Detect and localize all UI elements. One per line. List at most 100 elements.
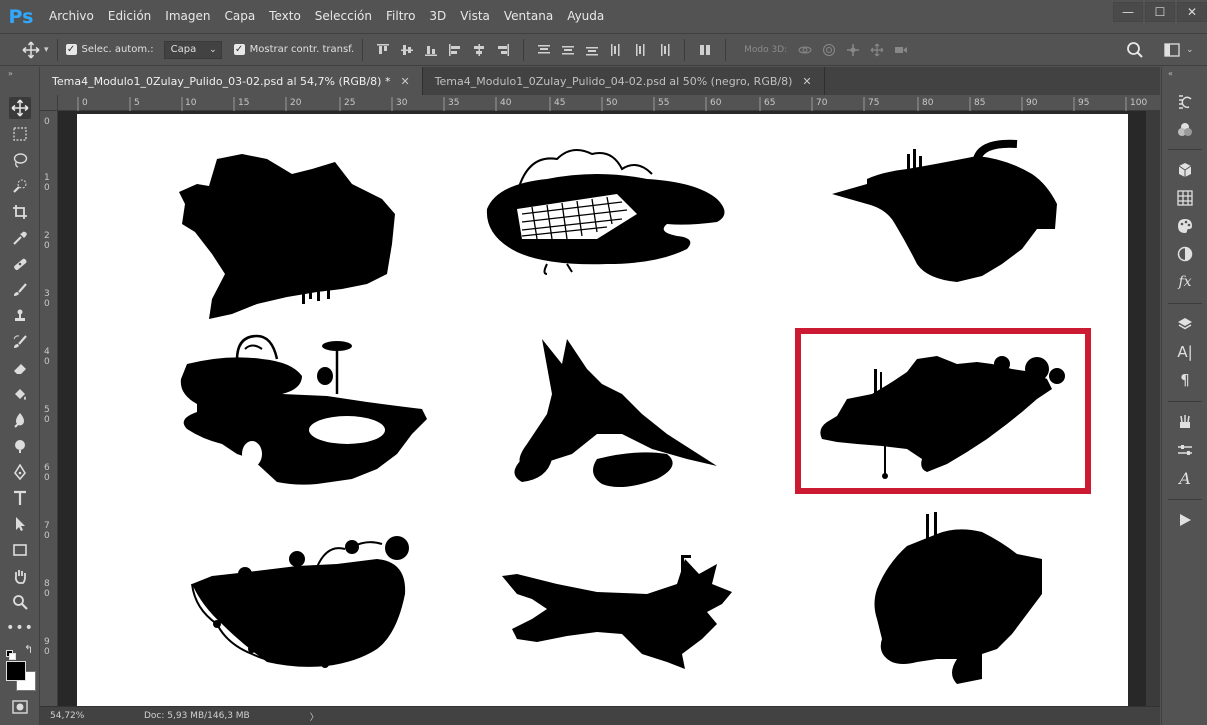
auto-align-icon[interactable] bbox=[698, 43, 712, 57]
dodge-icon[interactable] bbox=[9, 435, 31, 457]
color-palette-icon[interactable] bbox=[1174, 215, 1196, 237]
panel-collapse-icon[interactable]: » bbox=[8, 69, 13, 78]
styles-fx-icon[interactable]: fx bbox=[1174, 271, 1196, 293]
distribute-right-icon[interactable] bbox=[657, 43, 671, 57]
ruler-left[interactable]: 0 1 0 2 0 3 0 4 0 5 0 6 0 7 0 8 0 9 0 bbox=[40, 111, 58, 706]
silhouette-7[interactable] bbox=[191, 536, 409, 668]
brush-icon[interactable] bbox=[9, 279, 31, 301]
menu-capa[interactable]: Capa bbox=[217, 0, 262, 33]
silhouette-2[interactable] bbox=[486, 149, 725, 275]
menu-edicion[interactable]: Edición bbox=[101, 0, 158, 33]
zoom-level-field[interactable]: 54,72% bbox=[40, 708, 88, 725]
align-vcenter-icon[interactable] bbox=[400, 43, 414, 57]
distribute-bottom-icon[interactable] bbox=[585, 43, 599, 57]
history-panel-icon[interactable] bbox=[1174, 91, 1196, 113]
ruler-top[interactable]: 0 5 10 15 20 25 30 35 40 45 50 55 60 65 … bbox=[58, 95, 1160, 111]
distribute-left-icon[interactable] bbox=[609, 43, 623, 57]
chevron-down-icon[interactable]: ▾ bbox=[44, 45, 49, 55]
close-icon[interactable]: ✕ bbox=[802, 75, 811, 88]
silhouette-3[interactable] bbox=[832, 139, 1057, 282]
menu-seleccion[interactable]: Selección bbox=[308, 0, 379, 33]
align-bottom-icon[interactable] bbox=[424, 43, 438, 57]
3d-camera-icon[interactable] bbox=[894, 43, 908, 57]
blur-icon[interactable] bbox=[9, 409, 31, 431]
move-tool-preset-icon[interactable]: ▾ bbox=[22, 41, 49, 59]
menu-archivo[interactable]: Archivo bbox=[42, 0, 101, 33]
minimize-button[interactable]: — bbox=[1113, 2, 1143, 22]
menu-imagen[interactable]: Imagen bbox=[158, 0, 217, 33]
restore-button[interactable]: ☐ bbox=[1145, 2, 1175, 22]
canvas-area[interactable] bbox=[58, 111, 1160, 706]
menu-texto[interactable]: Texto bbox=[262, 0, 308, 33]
tab-document-2[interactable]: Tema4_Modulo1_0Zulay_Pulido_04-02.psd al… bbox=[423, 67, 825, 95]
search-icon[interactable] bbox=[1126, 41, 1144, 63]
show-transform-checkbox[interactable]: ✓ bbox=[233, 44, 245, 55]
3d-panel-icon[interactable] bbox=[1174, 159, 1196, 181]
distribute-vcenter-icon[interactable] bbox=[561, 43, 575, 57]
menu-3d[interactable]: 3D bbox=[422, 0, 453, 33]
quick-select-icon[interactable] bbox=[9, 175, 31, 197]
auto-select-toggle[interactable]: ✓ Selec. autom.: bbox=[65, 44, 154, 55]
type-icon[interactable] bbox=[9, 487, 31, 509]
actions-play-icon[interactable] bbox=[1174, 509, 1196, 531]
foreground-color-swatch[interactable] bbox=[6, 661, 26, 681]
more-icon[interactable]: ••• bbox=[6, 617, 33, 639]
swatches-grid-icon[interactable] bbox=[1174, 187, 1196, 209]
menu-filtro[interactable]: Filtro bbox=[379, 0, 422, 33]
align-top-icon[interactable] bbox=[376, 43, 390, 57]
character-panel-icon[interactable]: A| bbox=[1174, 341, 1196, 363]
tab-document-1[interactable]: Tema4_Modulo1_0Zulay_Pulido_03-02.psd al… bbox=[40, 67, 423, 95]
marquee-icon[interactable] bbox=[9, 123, 31, 145]
paint-bucket-icon[interactable] bbox=[9, 383, 31, 405]
document-canvas[interactable] bbox=[77, 114, 1128, 706]
vertical-scrollbar[interactable] bbox=[1146, 111, 1160, 706]
silhouette-4[interactable] bbox=[180, 334, 427, 485]
silhouette-5[interactable] bbox=[514, 339, 718, 488]
pen-icon[interactable] bbox=[9, 461, 31, 483]
rectangle-icon[interactable] bbox=[9, 539, 31, 561]
path-select-icon[interactable] bbox=[9, 513, 31, 535]
zoom-icon[interactable] bbox=[9, 591, 31, 613]
silhouette-8[interactable] bbox=[502, 555, 732, 669]
close-icon[interactable]: ✕ bbox=[400, 75, 409, 88]
silhouette-9[interactable] bbox=[874, 512, 1043, 684]
align-left-icon[interactable] bbox=[448, 43, 462, 57]
move-icon[interactable] bbox=[9, 97, 31, 119]
default-colors-icon[interactable] bbox=[6, 645, 16, 660]
3d-pan-icon[interactable] bbox=[846, 43, 860, 57]
align-hcenter-icon[interactable] bbox=[472, 43, 486, 57]
show-transform-toggle[interactable]: ✓ Mostrar contr. transf. bbox=[233, 44, 354, 55]
workspace-switcher-icon[interactable]: ⌄ bbox=[1164, 43, 1194, 57]
healing-brush-icon[interactable] bbox=[9, 253, 31, 275]
adjustments-icon[interactable] bbox=[1174, 243, 1196, 265]
glyphs-icon[interactable]: A bbox=[1174, 467, 1196, 489]
adjustments-color-icon[interactable] bbox=[1174, 119, 1196, 141]
lasso-icon[interactable] bbox=[9, 149, 31, 171]
align-right-icon[interactable] bbox=[496, 43, 510, 57]
3d-orbit-icon[interactable] bbox=[798, 43, 812, 57]
eyedropper-icon[interactable] bbox=[9, 227, 31, 249]
distribute-top-icon[interactable] bbox=[537, 43, 551, 57]
paragraph-panel-icon[interactable]: ¶ bbox=[1174, 369, 1196, 391]
silhouette-1[interactable] bbox=[179, 154, 395, 319]
crop-icon[interactable] bbox=[9, 201, 31, 223]
eraser-icon[interactable] bbox=[9, 357, 31, 379]
brush-presets-icon[interactable] bbox=[1174, 411, 1196, 433]
clone-stamp-icon[interactable] bbox=[9, 305, 31, 327]
brush-settings-icon[interactable] bbox=[1174, 439, 1196, 461]
history-brush-icon[interactable] bbox=[9, 331, 31, 353]
close-button[interactable]: ✕ bbox=[1177, 2, 1207, 22]
menu-ayuda[interactable]: Ayuda bbox=[560, 0, 611, 33]
auto-select-checkbox[interactable]: ✓ bbox=[65, 44, 77, 55]
menu-ventana[interactable]: Ventana bbox=[497, 0, 560, 33]
menu-vista[interactable]: Vista bbox=[453, 0, 497, 33]
distribute-hcenter-icon[interactable] bbox=[633, 43, 647, 57]
panel-collapse-icon[interactable]: « bbox=[1168, 69, 1173, 78]
status-menu-arrow[interactable]: 〉 bbox=[310, 710, 319, 723]
3d-slide-icon[interactable] bbox=[870, 43, 884, 57]
auto-select-dropdown[interactable]: Capa ⌄ bbox=[163, 40, 222, 59]
hand-icon[interactable] bbox=[9, 565, 31, 587]
3d-roll-icon[interactable] bbox=[822, 43, 836, 57]
quick-mask-icon[interactable] bbox=[12, 699, 28, 719]
layers-panel-icon[interactable] bbox=[1174, 313, 1196, 335]
